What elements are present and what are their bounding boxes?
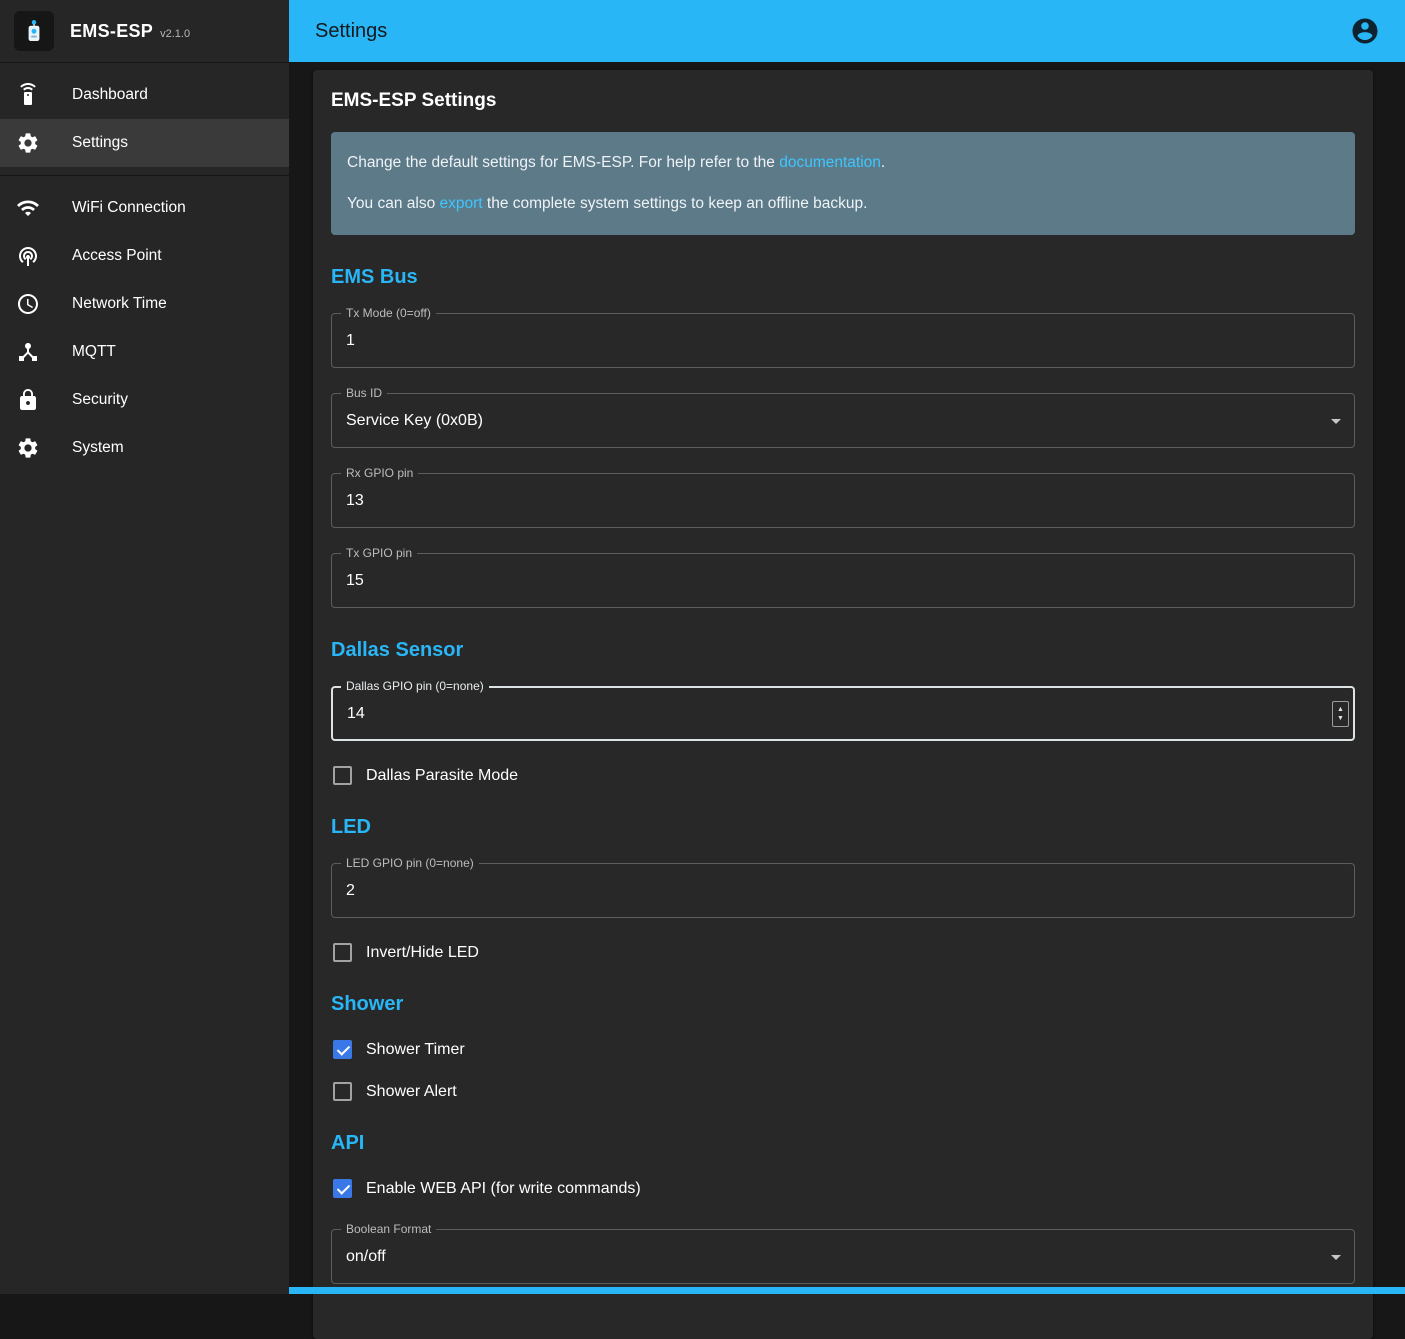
sidebar-item-system[interactable]: System (0, 424, 289, 472)
enable-api-label: Enable WEB API (for write commands) (366, 1180, 641, 1198)
boolean-format-label: Boolean Format (341, 1222, 436, 1236)
info-text: the complete system settings to keep an … (483, 195, 868, 212)
account-button[interactable] (1348, 14, 1382, 48)
enable-api-checkbox[interactable] (333, 1179, 352, 1198)
section-heading-shower: Shower (331, 993, 1355, 1016)
wifi-icon (16, 196, 40, 220)
led-gpio-input[interactable] (332, 864, 1354, 917)
section-heading-led: LED (331, 816, 1355, 839)
invert-led-label: Invert/Hide LED (366, 944, 479, 962)
dallas-gpio-field: Dallas GPIO pin (0=none) ▲▼ (331, 686, 1355, 741)
section-heading-ems-bus: EMS Bus (331, 266, 1355, 289)
sidebar-item-security[interactable]: Security (0, 376, 289, 424)
info-text: Change the default settings for EMS-ESP.… (347, 154, 779, 171)
sidebar-item-label: Access Point (72, 247, 162, 265)
led-gpio-label: LED GPIO pin (0=none) (341, 856, 479, 870)
dallas-parasite-row[interactable]: Dallas Parasite Mode (333, 766, 1353, 785)
bus-id-value: Service Key (0x0B) (332, 412, 1354, 430)
tx-gpio-label: Tx GPIO pin (341, 546, 417, 560)
dallas-parasite-checkbox[interactable] (333, 766, 352, 785)
sidebar-item-label: Dashboard (72, 86, 148, 104)
sidebar-item-label: Network Time (72, 295, 167, 313)
sidebar: EMS-ESP v2.1.0 Dashboard Settings WiFi C… (0, 0, 289, 1294)
page-title: Settings (315, 20, 387, 43)
lock-icon (16, 388, 40, 412)
sidebar-nav: Dashboard Settings WiFi Connection Acces… (0, 63, 289, 472)
number-stepper[interactable]: ▲▼ (1332, 701, 1349, 727)
info-text: . (881, 154, 885, 171)
sidebar-header: EMS-ESP v2.1.0 (0, 0, 289, 62)
sidebar-item-network-time[interactable]: Network Time (0, 280, 289, 328)
rx-gpio-label: Rx GPIO pin (341, 466, 418, 480)
info-box: Change the default settings for EMS-ESP.… (331, 132, 1355, 235)
info-line-1: Change the default settings for EMS-ESP.… (347, 154, 1339, 172)
tx-mode-label: Tx Mode (0=off) (341, 306, 436, 320)
tx-mode-input[interactable] (332, 314, 1354, 367)
chevron-down-icon (1331, 1255, 1341, 1260)
section-heading-dallas: Dallas Sensor (331, 639, 1355, 662)
invert-led-checkbox[interactable] (333, 943, 352, 962)
app-title: EMS-ESP v2.1.0 (70, 21, 190, 42)
sidebar-item-label: Security (72, 391, 128, 409)
tx-gpio-input[interactable] (332, 554, 1354, 607)
info-text: You can also (347, 195, 440, 212)
boolean-format-select[interactable]: Boolean Format on/off (331, 1229, 1355, 1284)
stepper-down-icon[interactable]: ▼ (1337, 714, 1344, 723)
bus-id-select[interactable]: Bus ID Service Key (0x0B) (331, 393, 1355, 448)
settings-card: EMS-ESP Settings Change the default sett… (313, 70, 1373, 1339)
boolean-format-value: on/off (332, 1248, 1354, 1266)
account-circle-icon (1350, 16, 1380, 46)
app-name: EMS-ESP (70, 21, 153, 42)
app-version: v2.1.0 (160, 28, 190, 40)
app-logo-icon (14, 11, 54, 51)
shower-alert-row[interactable]: Shower Alert (333, 1082, 1353, 1101)
shower-alert-label: Shower Alert (366, 1083, 457, 1101)
enable-api-row[interactable]: Enable WEB API (for write commands) (333, 1179, 1353, 1198)
sidebar-item-label: MQTT (72, 343, 116, 361)
led-gpio-field: LED GPIO pin (0=none) (331, 863, 1355, 918)
sidebar-item-access-point[interactable]: Access Point (0, 232, 289, 280)
gear-icon (16, 436, 40, 460)
topbar: Settings (289, 0, 1405, 62)
stepper-up-icon[interactable]: ▲ (1337, 705, 1344, 714)
dallas-gpio-input[interactable] (333, 688, 1353, 739)
wifi-tethering-icon (16, 244, 40, 268)
sidebar-group-divider (0, 175, 289, 176)
sidebar-item-label: Settings (72, 134, 128, 152)
chevron-down-icon (1331, 419, 1341, 424)
shower-alert-checkbox[interactable] (333, 1082, 352, 1101)
sidebar-item-label: System (72, 439, 124, 457)
export-link[interactable]: export (440, 195, 483, 212)
shower-timer-checkbox[interactable] (333, 1040, 352, 1059)
invert-led-row[interactable]: Invert/Hide LED (333, 943, 1353, 962)
sidebar-item-wifi-connection[interactable]: WiFi Connection (0, 184, 289, 232)
remote-device-icon (16, 83, 40, 107)
bottom-accent-bar (289, 1287, 1405, 1294)
shower-timer-label: Shower Timer (366, 1041, 465, 1059)
documentation-link[interactable]: documentation (779, 154, 881, 171)
sidebar-item-settings[interactable]: Settings (0, 119, 289, 167)
card-title: EMS-ESP Settings (331, 90, 1355, 112)
section-heading-api: API (331, 1132, 1355, 1155)
dallas-gpio-label: Dallas GPIO pin (0=none) (341, 679, 489, 693)
dallas-parasite-label: Dallas Parasite Mode (366, 767, 518, 785)
tx-gpio-field: Tx GPIO pin (331, 553, 1355, 608)
device-hub-icon (16, 340, 40, 364)
tx-mode-field: Tx Mode (0=off) (331, 313, 1355, 368)
info-line-2: You can also export the complete system … (347, 195, 1339, 213)
shower-timer-row[interactable]: Shower Timer (333, 1040, 1353, 1059)
main-area: Settings EMS-ESP Settings Change the def… (289, 0, 1405, 1294)
gear-icon (16, 131, 40, 155)
sidebar-item-label: WiFi Connection (72, 199, 186, 217)
sidebar-item-dashboard[interactable]: Dashboard (0, 71, 289, 119)
rx-gpio-field: Rx GPIO pin (331, 473, 1355, 528)
rx-gpio-input[interactable] (332, 474, 1354, 527)
bus-id-label: Bus ID (341, 386, 387, 400)
clock-icon (16, 292, 40, 316)
sidebar-item-mqtt[interactable]: MQTT (0, 328, 289, 376)
